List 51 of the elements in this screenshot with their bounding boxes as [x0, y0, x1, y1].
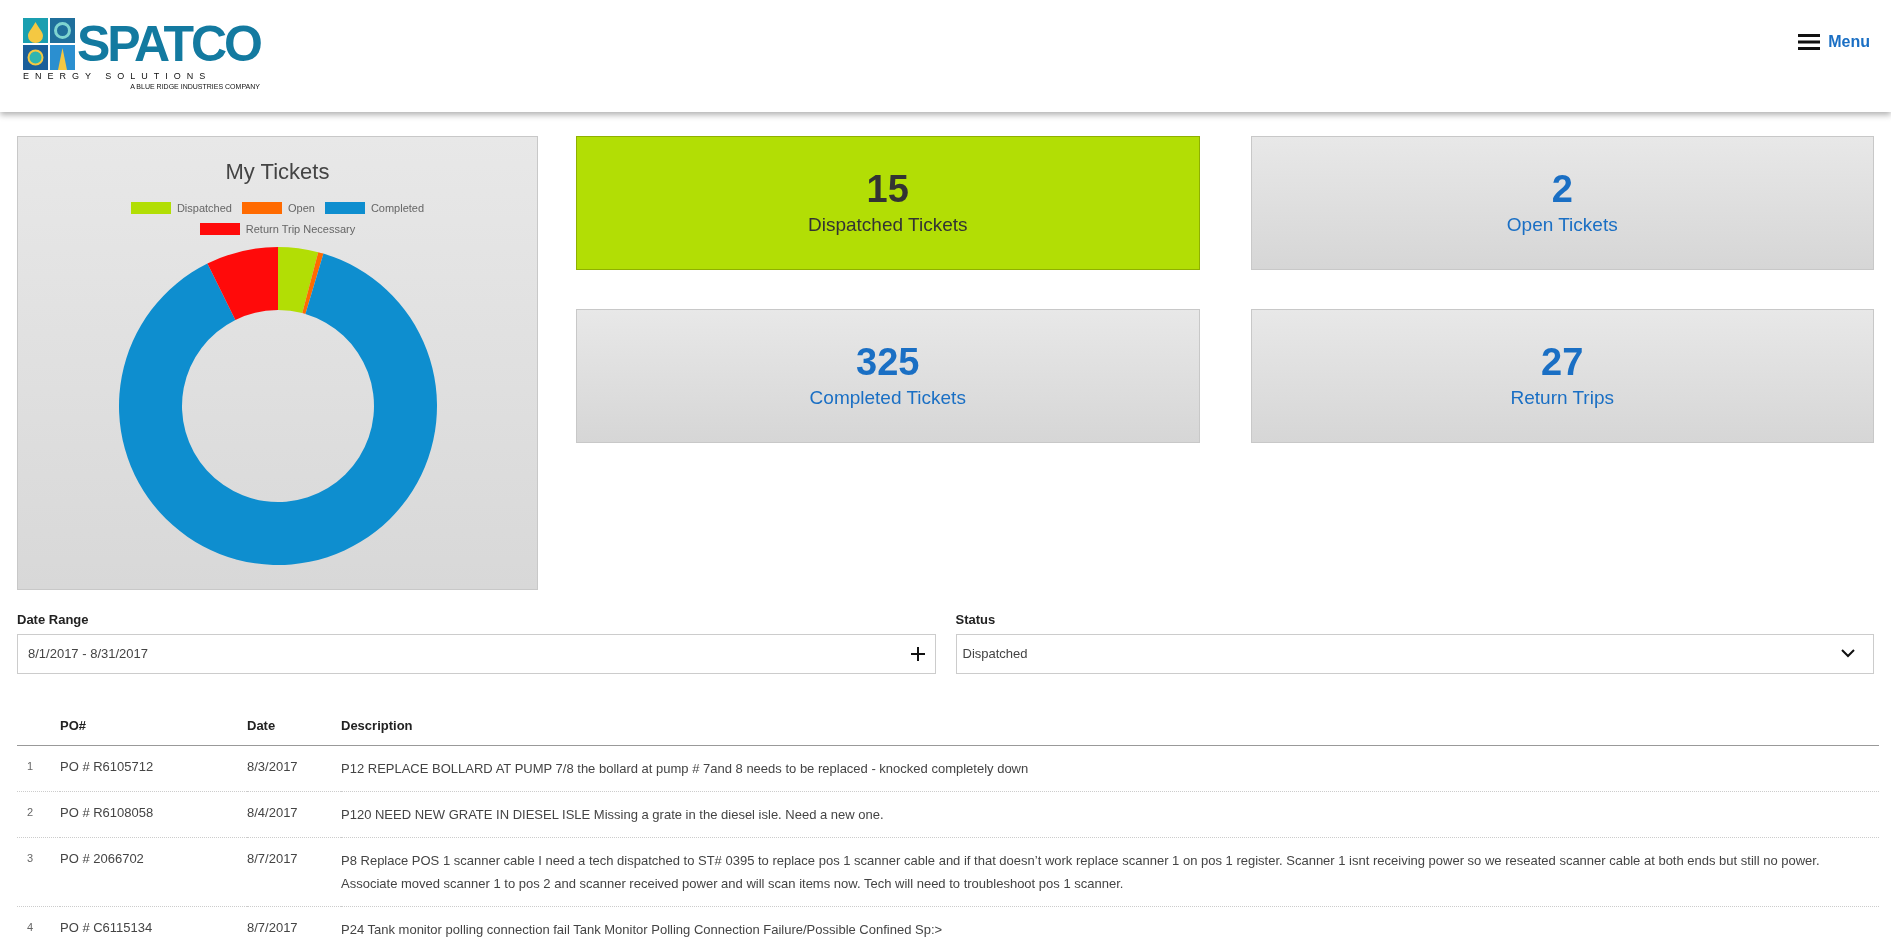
chevron-down-icon	[1841, 649, 1855, 658]
logo-wordmark: SPATCO	[77, 18, 260, 70]
column-header: Date	[247, 705, 341, 746]
legend-label: Dispatched	[176, 201, 232, 216]
description-cell: P24 Tank monitor polling connection fail Tank Monitor Polling Connection Failure/Possible Confined Sp:>	[341, 906, 1879, 949]
tile-count: 325	[856, 339, 920, 384]
field-label: Status	[955, 611, 997, 629]
legend-label: Completed	[370, 201, 425, 216]
legend-swatch	[241, 202, 282, 215]
date-cell: 8/7/2017	[247, 837, 341, 907]
po-cell: PO # 2066702	[60, 837, 247, 907]
stat-tile[interactable]: 2 Open Tickets	[1250, 136, 1874, 270]
date-cell: 8/7/2017	[247, 906, 341, 949]
status-dropdown[interactable]: Dispatched	[955, 633, 1874, 674]
menu-button[interactable]: Menu	[1798, 30, 1870, 54]
date-cell: 8/3/2017	[247, 745, 341, 792]
tile-label: Open Tickets	[1506, 212, 1618, 237]
tile-label: Return Trips	[1510, 385, 1614, 410]
description-cell: P12 REPLACE BOLLARD AT PUMP 7/8 the bollard at pump # 7and 8 needs to be replaced - knocked completely down	[341, 745, 1879, 792]
chart-title: My Tickets	[225, 158, 330, 186]
legend-swatch	[199, 222, 240, 235]
row-number: 2	[17, 791, 60, 838]
tile-count: 15	[866, 166, 909, 211]
column-header: PO#	[60, 705, 247, 746]
date-range-field[interactable]: 8/1/2017 - 8/31/2017	[17, 633, 936, 674]
stat-tile[interactable]: 27 Return Trips	[1250, 309, 1874, 443]
logo-emblem-icon	[23, 18, 75, 70]
stat-tile[interactable]: 325 Completed Tickets	[576, 309, 1200, 443]
po-cell: PO # C6115134	[60, 906, 247, 949]
logo-tagline: ENERGY SOLUTIONS	[23, 71, 213, 82]
row-number: 3	[17, 837, 60, 907]
description-cell: P120 NEED NEW GRATE IN DIESEL ISLE Missing a grate in the diesel isle. Need a new one.	[341, 791, 1879, 838]
tile-count: 2	[1551, 166, 1573, 211]
tile-label: Completed Tickets	[809, 385, 966, 410]
stat-tile[interactable]: 15 Dispatched Tickets	[576, 136, 1200, 270]
legend-swatch	[130, 202, 171, 215]
po-cell: PO # R6105712	[60, 745, 247, 792]
tile-label: Dispatched Tickets	[808, 212, 968, 237]
row-number: 1	[17, 745, 60, 792]
legend-swatch	[324, 202, 365, 215]
plus-icon	[910, 646, 925, 661]
legend-label: Return Trip Necessary	[245, 221, 356, 237]
po-cell: PO # R6108058	[60, 791, 247, 838]
tile-count: 27	[1541, 339, 1584, 384]
field-label: Date Range	[17, 611, 90, 629]
legend-label: Open	[287, 201, 315, 216]
row-number: 4	[17, 906, 60, 949]
description-cell: P8 Replace POS 1 scanner cable I need a tech dispatched to ST# 0395 to replace pos 1 scanner cable and if that doesn’t work replace scanner 1 on pos 1 register. Scanner 1 isnt receiving power so we reseated scanner cable at both ends but still no power. Associate moved scanner 1 to pos 2 and scanner received power and will scan items now. Tech will need to troubleshoot pos 1 scanner.	[341, 837, 1879, 907]
menu-icon	[1798, 33, 1821, 51]
column-header: Description	[341, 705, 1879, 746]
date-cell: 8/4/2017	[247, 791, 341, 838]
